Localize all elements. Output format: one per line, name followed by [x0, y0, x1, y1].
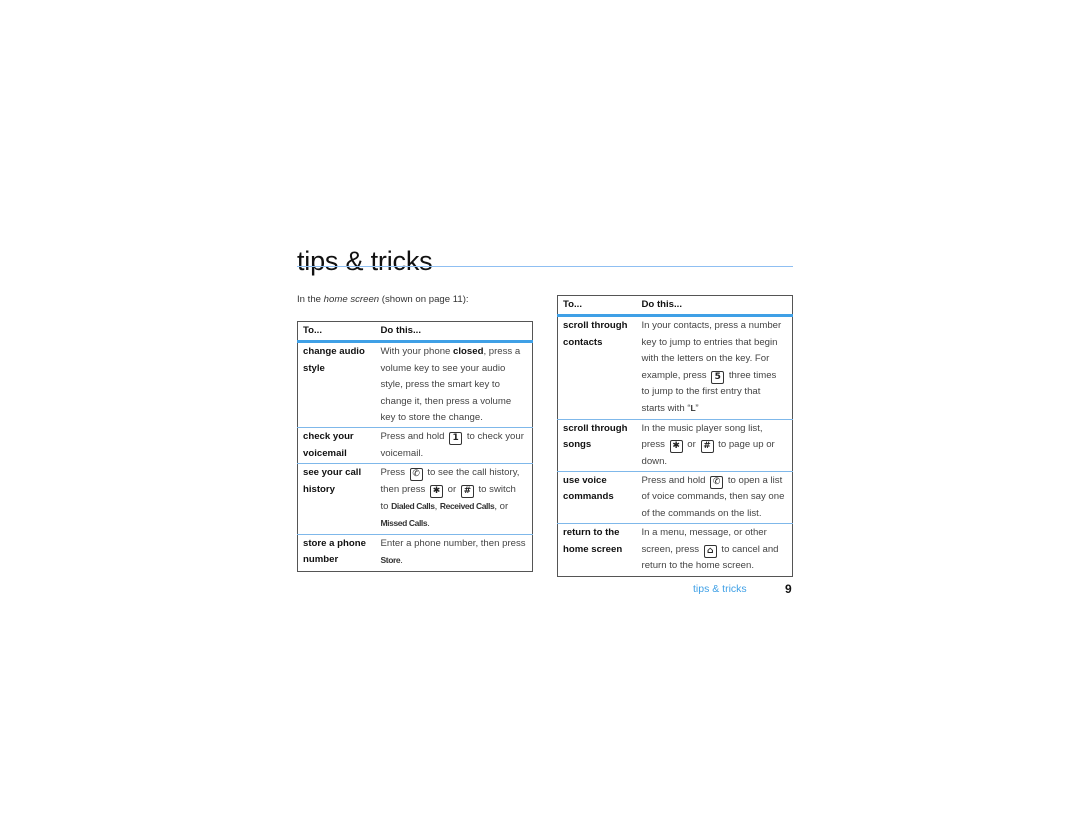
header-do-this: Do this...: [636, 295, 793, 318]
task-instructions: In the music player song list, press ✱ o…: [636, 418, 793, 472]
task-instructions: Enter a phone number, then press Store.: [375, 533, 533, 572]
tips-table-left: To... Do this... change audio style With …: [297, 321, 533, 572]
key-5-icon: 5: [711, 370, 725, 384]
key-1-icon: 1: [449, 432, 463, 446]
instruction-text: .: [400, 555, 403, 567]
intro-text: In the home screen (shown on page 11):: [297, 294, 469, 305]
page-number: 9: [785, 582, 792, 596]
intro-italic: home screen: [323, 294, 380, 305]
task-instructions: In your contacts, press a number key to …: [637, 316, 793, 419]
table-row: scroll through songs In the music player …: [557, 418, 793, 472]
task-label: change audio style: [303, 346, 365, 374]
title-divider: [297, 266, 793, 267]
instruction-text: Press: [380, 467, 408, 479]
pound-key-icon: #: [700, 440, 714, 454]
instruction-text: or: [444, 483, 459, 495]
header-do-this: Do this...: [375, 321, 533, 344]
task-label: return to the home screen: [557, 523, 637, 576]
emphasis-text: closed: [453, 346, 484, 358]
page-title: tips & tricks: [297, 246, 433, 277]
task-label: see your call history: [297, 463, 376, 535]
table-row: use voice commands Press and hold ✆ to op…: [557, 471, 793, 524]
send-key-icon: ✆: [409, 468, 423, 482]
tips-table-right: To... Do this... scroll through contacts…: [557, 295, 793, 577]
task-label: use voice commands: [557, 471, 637, 524]
table-header-row: To... Do this...: [557, 295, 793, 318]
star-key-icon: ✱: [429, 484, 443, 498]
instruction-text: , press a volume key to see your audio s…: [380, 346, 521, 424]
table-row: return to the home screen In a menu, mess…: [557, 523, 793, 576]
task-label: store a phone number: [297, 533, 376, 572]
display-text: Missed Calls: [380, 518, 428, 529]
task-instructions: In a menu, message, or other screen, pre…: [636, 523, 793, 576]
instruction-text: .: [427, 518, 430, 530]
task-label: scroll through songs: [557, 418, 637, 472]
task-instructions: With your phone closed, press a volume k…: [376, 342, 533, 428]
intro-prefix: In the: [297, 294, 324, 305]
table-row: scroll through contacts In your contacts,…: [558, 316, 793, 419]
star-key-icon: ✱: [669, 440, 683, 454]
instruction-text: ”: [695, 403, 699, 415]
instruction-text: With your phone: [380, 346, 454, 358]
intro-suffix: (shown on page 11):: [379, 294, 469, 305]
instruction-text: Press and hold: [641, 475, 709, 487]
table-row: check your voicemail Press and hold 1 to …: [297, 427, 533, 464]
header-to: To...: [557, 295, 637, 318]
task-label: scroll through contacts: [563, 320, 628, 348]
task-label: check your voicemail: [297, 427, 376, 464]
display-text: Dialed Calls: [391, 501, 435, 512]
pound-key-icon: #: [460, 484, 474, 498]
table-header-row: To... Do this...: [297, 321, 533, 344]
send-key-icon: ✆: [710, 476, 724, 490]
table-row: store a phone number Enter a phone number…: [297, 533, 533, 572]
end-key-icon: ⌂: [703, 544, 717, 558]
task-instructions: Press and hold 1 to check your voicemail…: [375, 427, 533, 464]
instruction-text: Press and hold: [380, 431, 448, 443]
instruction-text: or: [684, 439, 699, 451]
table-row: change audio style With your phone closed…: [298, 342, 533, 428]
header-to: To...: [297, 321, 376, 344]
display-text: Received Calls: [439, 501, 495, 512]
task-instructions: Press ✆ to see the call history, then pr…: [375, 463, 533, 535]
table-row: see your call history Press ✆ to see the …: [297, 463, 533, 535]
instruction-text: , or: [494, 501, 509, 513]
task-instructions: Press and hold ✆ to open a list of voice…: [636, 471, 793, 524]
display-text: Store: [380, 555, 401, 566]
instruction-text: Enter a phone number, then press: [380, 537, 526, 549]
footer-section-title: tips & tricks: [693, 583, 747, 595]
